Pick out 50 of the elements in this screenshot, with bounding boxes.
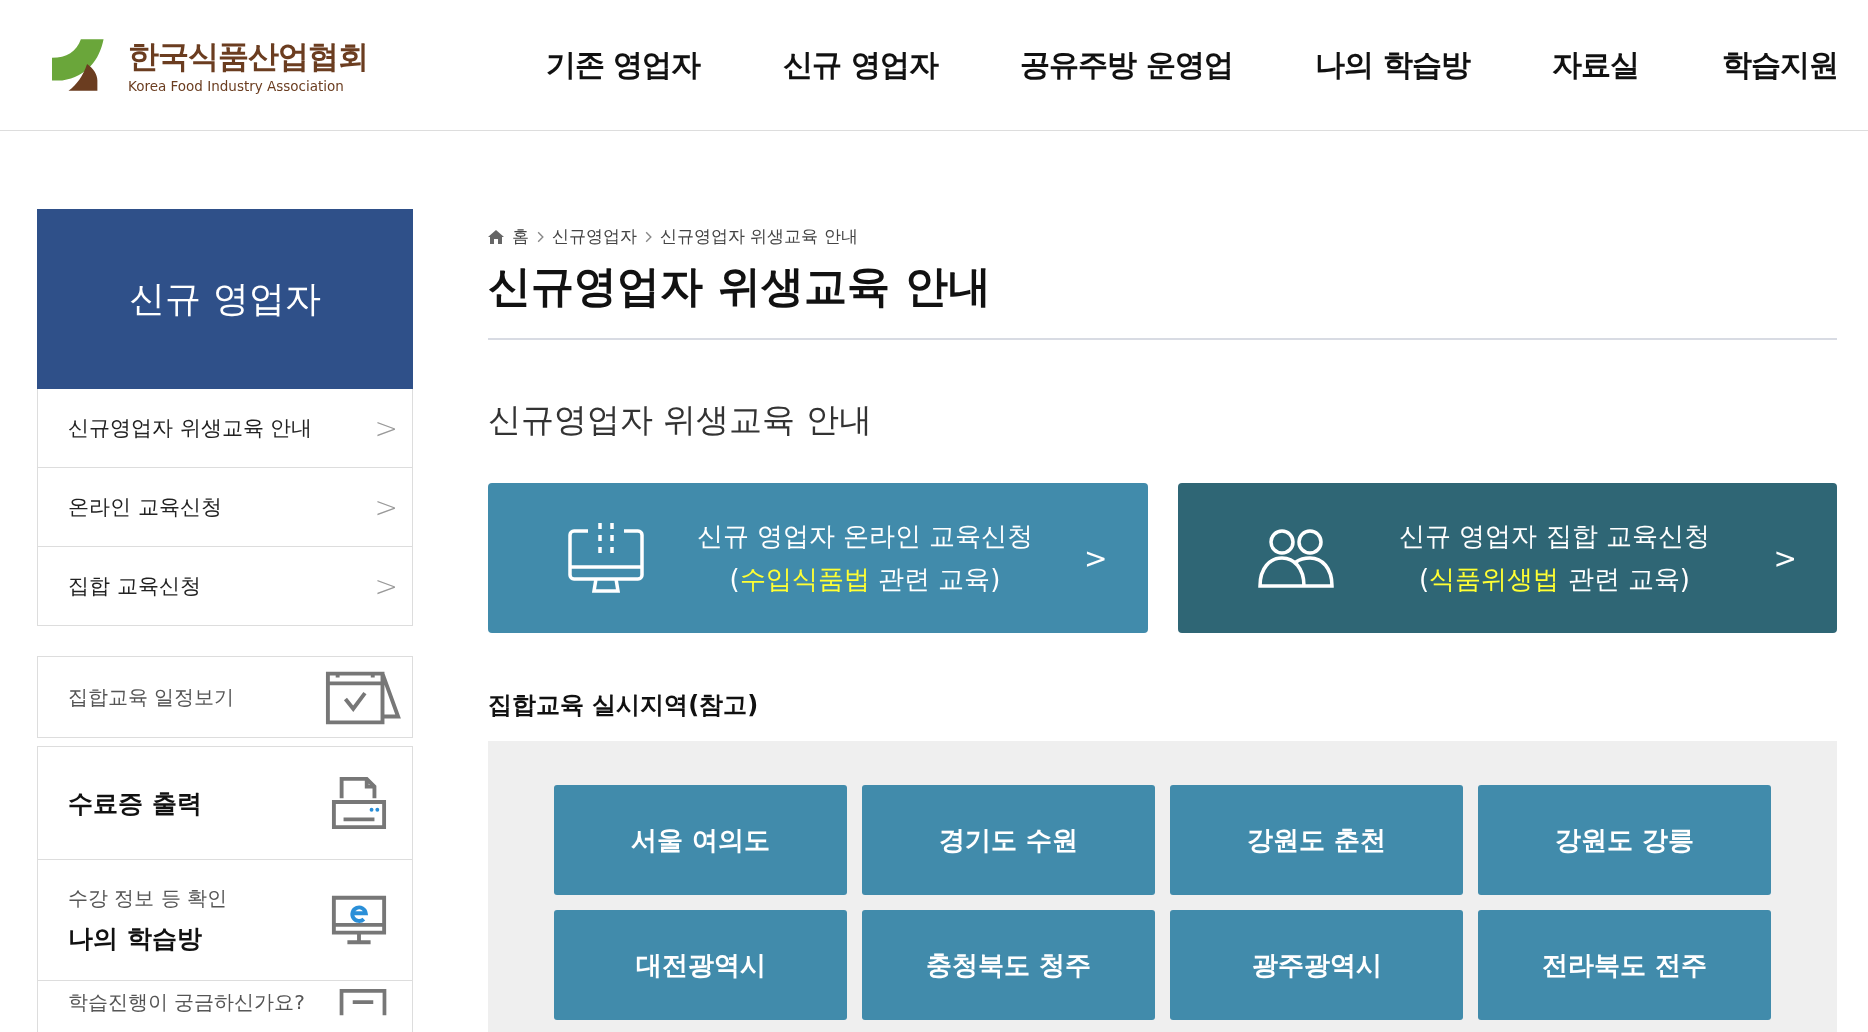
- region-button[interactable]: 광주광역시: [1170, 910, 1463, 1020]
- home-icon: [488, 229, 504, 244]
- my-room-link[interactable]: 수강 정보 등 확인 나의 학습방: [38, 859, 412, 980]
- sidebar-title: 신규 영업자: [37, 209, 413, 389]
- nav-link[interactable]: 신규 영업자: [783, 44, 938, 86]
- logo-subtitle: Korea Food Industry Association: [128, 78, 345, 94]
- nav-link[interactable]: 학습지원: [1721, 44, 1838, 86]
- region-button[interactable]: 전라북도 전주: [1478, 910, 1771, 1020]
- sidebar-item[interactable]: 신규영업자 위생교육 안내 >: [38, 389, 412, 467]
- my-room-caption: 수강 정보 등 확인: [68, 885, 228, 912]
- apply-title: 신규 영업자 집합 교육신청: [1399, 520, 1710, 553]
- breadcrumb-link[interactable]: 홈: [512, 225, 529, 248]
- nav-link[interactable]: 나의 학습방: [1315, 44, 1470, 86]
- section-title: 신규영업자 위생교육 안내: [488, 399, 873, 441]
- apply-button[interactable]: 신규 영업자 온라인 교육신청 (수입식품법 관련 교육) >: [488, 483, 1148, 633]
- apply-title: 신규 영업자 온라인 교육신청: [696, 520, 1034, 553]
- region-button[interactable]: 강원도 강릉: [1478, 785, 1771, 895]
- calendar-icon: [324, 669, 402, 725]
- logo-name: 한국식품산업협회: [128, 37, 368, 76]
- breadcrumb-link[interactable]: 신규영업자 위생교육 안내: [660, 225, 858, 248]
- apply-button[interactable]: 신규 영업자 집합 교육신청 (식품위생법 관련 교육) >: [1177, 483, 1837, 633]
- sidebar-item[interactable]: 집합 교육신청 >: [38, 546, 412, 625]
- page-title: 신규영업자 위생교육 안내: [488, 258, 1837, 340]
- certificate-label: 수료증 출력: [68, 787, 202, 820]
- regions-title: 집합교육 실시지역(참고): [488, 690, 760, 721]
- chevron-icon: [645, 230, 652, 243]
- schedule-link[interactable]: 집합교육 일정보기: [37, 656, 413, 738]
- region-button[interactable]: 서울 여의도: [554, 785, 847, 895]
- chevron-icon: [537, 230, 544, 243]
- schedule-label: 집합교육 일정보기: [68, 683, 235, 711]
- help-caption: 학습진행이 궁금하신가요?: [68, 989, 305, 1016]
- region-button[interactable]: 충청북도 청주: [862, 910, 1155, 1020]
- my-room-label: 나의 학습방: [68, 923, 203, 955]
- nav-link[interactable]: 자료실: [1552, 44, 1640, 86]
- certificate-link[interactable]: 수료증 출력: [38, 747, 412, 859]
- monitor-icon: [566, 521, 646, 595]
- nav-link[interactable]: 기존 영업자: [546, 44, 701, 86]
- document-icon: [338, 989, 388, 1017]
- help-link[interactable]: 학습진행이 궁금하신가요?: [38, 980, 412, 1032]
- apply-subtitle: (식품위생법 관련 교육): [1419, 563, 1690, 596]
- arrow-icon: >: [1084, 541, 1108, 575]
- apply-subtitle: (수입식품법 관련 교육): [729, 563, 1001, 596]
- region-button[interactable]: 대전광역시: [554, 910, 847, 1020]
- nav-link[interactable]: 공유주방 운영업: [1020, 44, 1233, 86]
- arrow-icon: >: [1773, 541, 1797, 575]
- printer-icon: [330, 775, 388, 831]
- sidebar-item[interactable]: 온라인 교육신청 >: [38, 467, 412, 546]
- region-button[interactable]: 경기도 수원: [862, 785, 1155, 895]
- region-button[interactable]: 강원도 춘천: [1170, 785, 1463, 895]
- breadcrumb-link[interactable]: 신규영업자: [552, 225, 637, 248]
